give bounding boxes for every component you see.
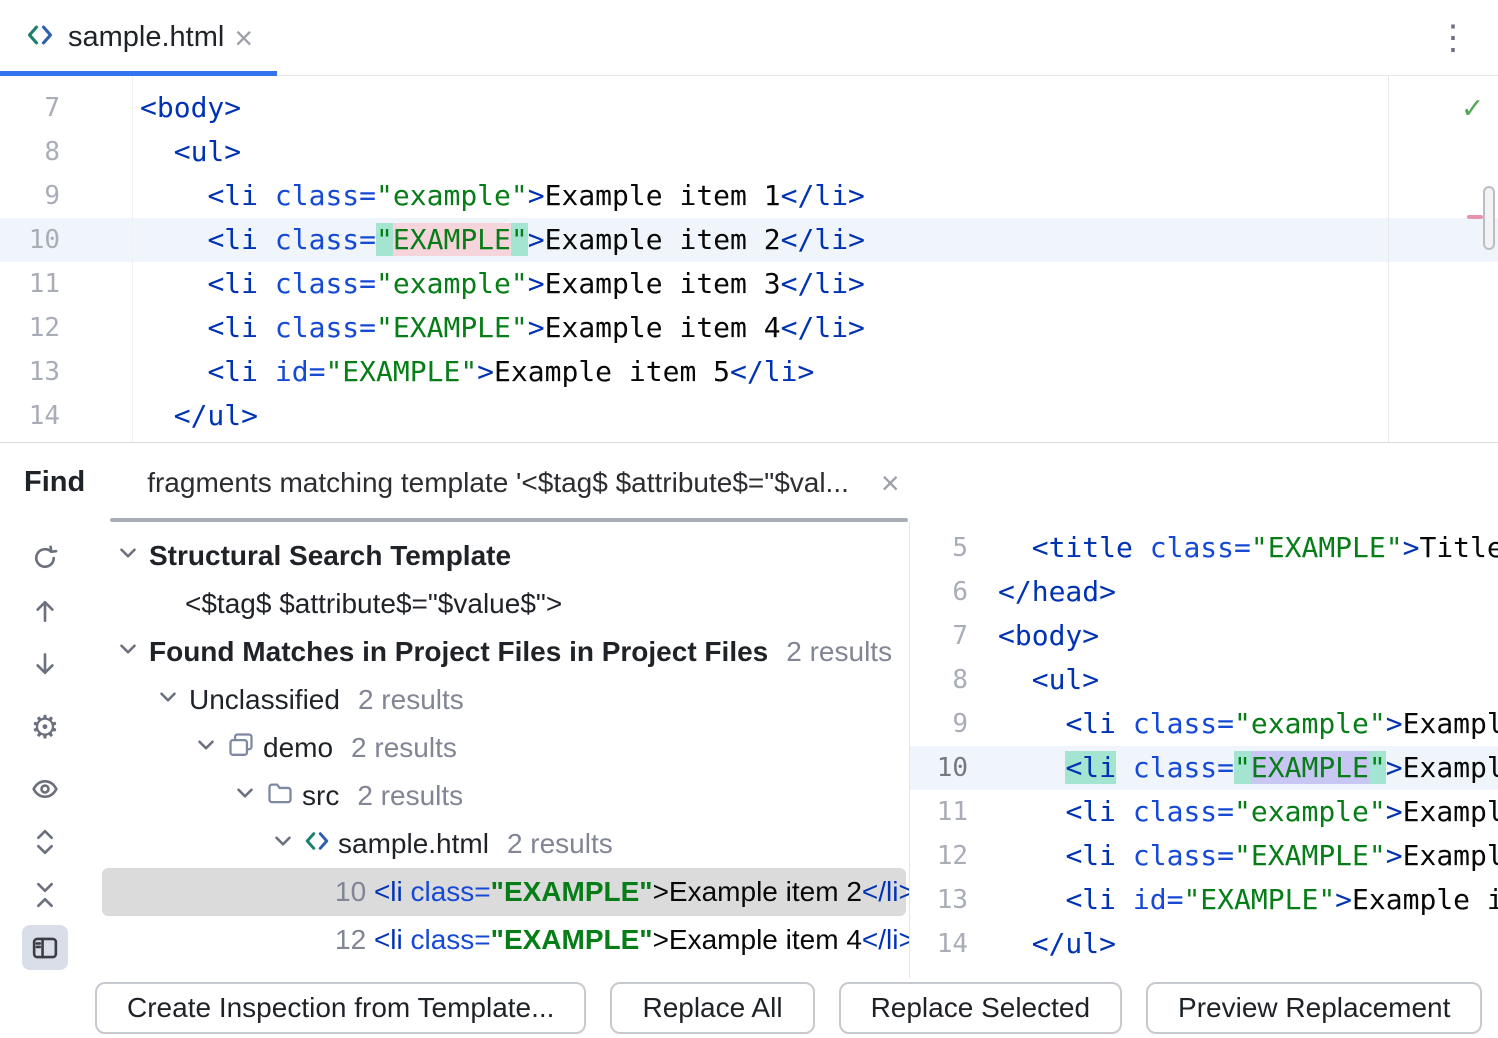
open-in-find-window-icon[interactable]: [22, 925, 68, 970]
tree-node-template-header[interactable]: Structural Search Template: [90, 532, 909, 580]
result-count: 2 results: [357, 780, 463, 812]
result-count: 2 results: [507, 828, 613, 860]
code-line-13[interactable]: 13 <li id="EXAMPLE">Example item 5</li>: [0, 350, 1498, 394]
collapse-all-icon[interactable]: [22, 873, 68, 918]
tab-close-icon[interactable]: ×: [234, 22, 253, 54]
settings-gear-icon[interactable]: ⚙: [22, 704, 68, 749]
previous-occurrence-icon[interactable]: [22, 589, 68, 634]
chevron-down-icon[interactable]: [270, 828, 296, 861]
match-snippet: 12 <li class="EXAMPLE">Example item 4</l…: [335, 924, 909, 956]
chevron-down-icon[interactable]: [193, 732, 219, 765]
found-matches-label: Found Matches in Project Files in Projec…: [149, 636, 768, 668]
find-toolbar: ⚙: [0, 522, 90, 978]
find-label: Find: [24, 466, 85, 499]
result-count: 2 results: [358, 684, 464, 716]
folder-icon: [266, 779, 294, 814]
find-panel-body: ⚙ Structural Search Template <$tag$ $att…: [0, 522, 1498, 978]
editor-tab-bar: sample.html × ⋮: [0, 0, 1498, 76]
ide-window: sample.html × ⋮ 7<body>8 <ul>9 <li class…: [0, 0, 1498, 1038]
unclassified-label: Unclassified: [189, 684, 340, 716]
chevron-down-icon[interactable]: [115, 540, 141, 573]
html-file-icon: [304, 828, 330, 861]
code-line-11[interactable]: 11 <li class="example">Example item 3</l…: [910, 790, 1498, 834]
code-line-9[interactable]: 9 <li class="example">Example item 1</li…: [0, 174, 1498, 218]
chevron-down-icon[interactable]: [232, 780, 258, 813]
preview-eye-icon[interactable]: [22, 767, 68, 812]
template-text: <$tag$ $attribute$="$value$">: [185, 588, 562, 620]
code-line-7[interactable]: 7<body>: [910, 614, 1498, 658]
preview-replacement-button[interactable]: Preview Replacement: [1146, 982, 1482, 1034]
tree-node-found-matches[interactable]: Found Matches in Project Files in Projec…: [90, 628, 909, 676]
tree-node-template-text[interactable]: <$tag$ $attribute$="$value$">: [90, 580, 909, 628]
tree-node-src[interactable]: src 2 results: [90, 772, 909, 820]
editor-right-separator: [1388, 76, 1389, 442]
code-line-13[interactable]: 13 <li id="EXAMPLE">Example item 5</li>: [910, 878, 1498, 922]
create-inspection-button[interactable]: Create Inspection from Template...: [95, 982, 586, 1034]
html-file-icon: [26, 21, 54, 54]
tree-node-sample-html[interactable]: sample.html 2 results: [90, 820, 909, 868]
gutter-separator: [132, 76, 133, 442]
code-line-12[interactable]: 12 <li class="EXAMPLE">Example item 4</l…: [0, 306, 1498, 350]
code-line-6[interactable]: 6</head>: [910, 570, 1498, 614]
replace-selected-button[interactable]: Replace Selected: [839, 982, 1122, 1034]
module-folder-icon: [227, 731, 255, 766]
tree-node-demo[interactable]: demo 2 results: [90, 724, 909, 772]
preview-code-area: 5 <title class="EXAMPLE">Title</title>6<…: [910, 522, 1498, 966]
find-footer: Create Inspection from Template... Repla…: [0, 978, 1498, 1038]
code-line-10[interactable]: 10 <li class="EXAMPLE">Example item 2</l…: [910, 746, 1498, 790]
code-line-14[interactable]: 14 </ul>: [910, 922, 1498, 966]
rerun-search-icon[interactable]: [22, 536, 68, 581]
more-options-icon[interactable]: ⋮: [1436, 21, 1470, 55]
find-query-text: fragments matching template '<$tag$ $att…: [147, 467, 849, 499]
find-close-icon[interactable]: ×: [881, 467, 900, 499]
search-result-marker[interactable]: [1467, 215, 1483, 219]
inspections-ok-icon[interactable]: ✓: [1463, 88, 1482, 126]
src-folder-label: src: [302, 780, 339, 812]
tab-sample-html[interactable]: sample.html ×: [0, 0, 277, 75]
expand-all-icon[interactable]: [22, 820, 68, 865]
code-editor[interactable]: 7<body>8 <ul>9 <li class="example">Examp…: [0, 76, 1498, 442]
find-panel-header: Find fragments matching template '<$tag$…: [0, 442, 1498, 522]
code-line-5[interactable]: 5 <title class="EXAMPLE">Title</title>: [910, 526, 1498, 570]
code-line-8[interactable]: 8 <ul>: [910, 658, 1498, 702]
code-line-8[interactable]: 8 <ul>: [0, 130, 1498, 174]
demo-folder-label: demo: [263, 732, 333, 764]
code-line-7[interactable]: 7<body>: [0, 86, 1498, 130]
code-line-12[interactable]: 12 <li class="EXAMPLE">Example item 4</l…: [910, 834, 1498, 878]
result-count: 2 results: [351, 732, 457, 764]
code-line-9[interactable]: 9 <li class="example">Example item 1</li…: [910, 702, 1498, 746]
editor-scrollbar-thumb[interactable]: [1483, 186, 1495, 250]
template-header-label: Structural Search Template: [149, 540, 511, 572]
match-preview-pane[interactable]: 5 <title class="EXAMPLE">Title</title>6<…: [909, 522, 1498, 978]
tree-node-unclassified[interactable]: Unclassified 2 results: [90, 676, 909, 724]
result-count: 2 results: [786, 636, 892, 668]
replace-all-button[interactable]: Replace All: [610, 982, 814, 1034]
match-snippet: 10 <li class="EXAMPLE">Example item 2</l…: [335, 876, 909, 908]
search-results-tree: Structural Search Template <$tag$ $attri…: [90, 522, 909, 978]
match-row-line-12[interactable]: 12 <li class="EXAMPLE">Example item 4</l…: [102, 916, 906, 964]
code-line-10[interactable]: 10 <li class="EXAMPLE">Example item 2</l…: [0, 218, 1498, 262]
code-line-11[interactable]: 11 <li class="example">Example item 3</l…: [0, 262, 1498, 306]
match-row-line-10[interactable]: 10 <li class="EXAMPLE">Example item 2</l…: [102, 868, 906, 916]
chevron-down-icon[interactable]: [115, 636, 141, 669]
chevron-down-icon[interactable]: [155, 684, 181, 717]
next-occurrence-icon[interactable]: [22, 642, 68, 687]
file-label: sample.html: [338, 828, 489, 860]
code-line-14[interactable]: 14 </ul>: [0, 394, 1498, 438]
tab-title: sample.html: [68, 21, 224, 54]
editor-code-area: 7<body>8 <ul>9 <li class="example">Examp…: [0, 76, 1498, 438]
